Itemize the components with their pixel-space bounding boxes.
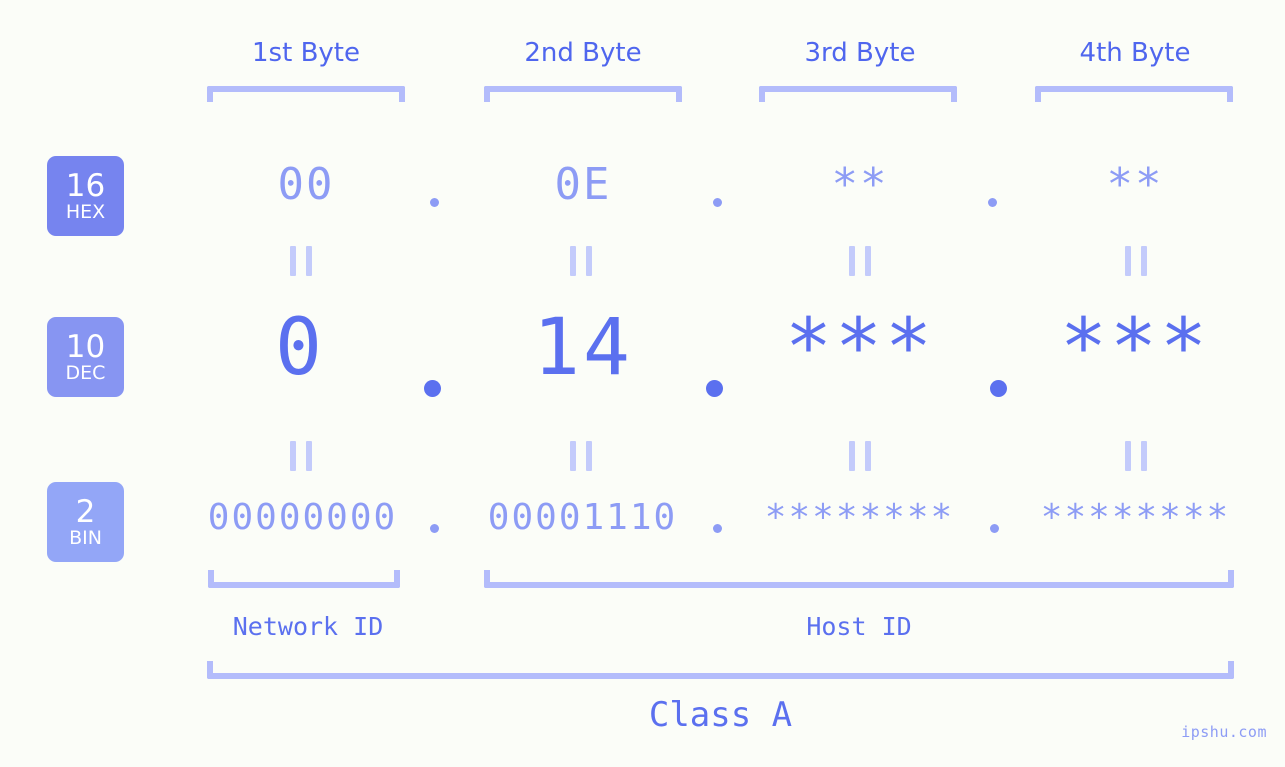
network-id-bracket	[208, 570, 400, 588]
base-badge-dec-number: 10	[65, 328, 106, 365]
host-id-bracket	[484, 570, 1234, 588]
base-badge-hex-number: 16	[65, 167, 106, 204]
class-bracket	[207, 661, 1234, 679]
base-badge-dec: 10 DEC	[47, 317, 124, 397]
bin-separator-dot-1	[430, 524, 439, 533]
hex-value-byte-1: 00	[277, 159, 335, 210]
bin-value-byte-3: ********	[764, 497, 955, 538]
bin-separator-dot-3	[990, 524, 999, 533]
dec-separator-dot-3	[990, 380, 1007, 397]
equals-connector-hex-dec-1	[290, 246, 312, 276]
equals-connector-dec-bin-1	[290, 441, 312, 471]
bin-value-byte-2: 00001110	[487, 497, 678, 538]
hex-value-byte-3: **	[831, 159, 889, 210]
equals-connector-dec-bin-3	[849, 441, 871, 471]
bin-value-byte-4: ********	[1040, 497, 1231, 538]
dec-value-byte-4: ***	[1060, 303, 1210, 393]
bin-value-byte-1: 00000000	[207, 497, 398, 538]
dec-separator-dot-2	[706, 380, 723, 397]
byte-header-2: 2nd Byte	[524, 38, 642, 68]
hex-value-byte-2: 0E	[554, 159, 612, 210]
equals-connector-hex-dec-2	[570, 246, 592, 276]
equals-connector-dec-bin-4	[1125, 441, 1147, 471]
byte-bracket-top-3	[759, 86, 957, 102]
base-badge-bin-number: 2	[75, 493, 96, 530]
base-badge-hex-label: HEX	[65, 200, 106, 223]
class-label: Class A	[648, 695, 793, 735]
bin-separator-dot-2	[713, 524, 722, 533]
equals-connector-hex-dec-4	[1125, 246, 1147, 276]
byte-header-3: 3rd Byte	[804, 38, 916, 68]
byte-header-1: 1st Byte	[252, 38, 360, 68]
site-watermark: ipshu.com	[1181, 723, 1267, 741]
hex-separator-dot-3	[988, 198, 997, 207]
hex-value-byte-4: **	[1106, 159, 1164, 210]
dec-separator-dot-1	[424, 380, 441, 397]
equals-connector-hex-dec-3	[849, 246, 871, 276]
ip-address-breakdown-diagram: 1st Byte 2nd Byte 3rd Byte 4th Byte 16 H…	[0, 0, 1285, 767]
byte-bracket-top-4	[1035, 86, 1233, 102]
equals-connector-dec-bin-2	[570, 441, 592, 471]
hex-separator-dot-1	[430, 198, 439, 207]
byte-bracket-top-1	[207, 86, 405, 102]
base-badge-bin: 2 BIN	[47, 482, 124, 562]
hex-separator-dot-2	[713, 198, 722, 207]
base-badge-hex: 16 HEX	[47, 156, 124, 236]
base-badge-bin-label: BIN	[69, 526, 102, 549]
dec-value-byte-3: ***	[785, 303, 935, 393]
host-id-label: Host ID	[806, 612, 912, 641]
dec-value-byte-2: 14	[533, 303, 633, 393]
byte-header-4: 4th Byte	[1079, 38, 1191, 68]
dec-value-byte-1: 0	[275, 303, 325, 393]
network-id-label: Network ID	[232, 612, 384, 641]
base-badge-dec-label: DEC	[65, 361, 106, 384]
byte-bracket-top-2	[484, 86, 682, 102]
